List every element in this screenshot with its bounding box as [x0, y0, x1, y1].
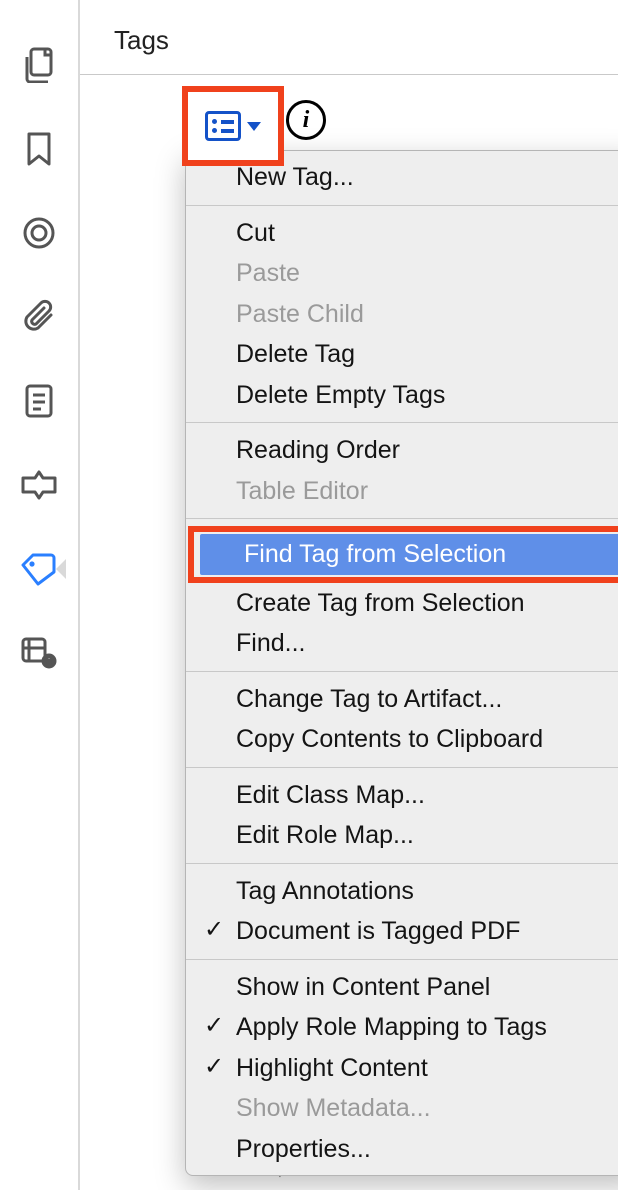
menu-item-paste-child: Paste Child [186, 294, 618, 335]
menu-item-highlight-content[interactable]: ✓Highlight Content [186, 1048, 618, 1089]
menu-item-copy-contents-to-clipboard[interactable]: Copy Contents to Clipboard [186, 719, 618, 760]
menu-item-edit-role-map[interactable]: Edit Role Map... [186, 815, 618, 856]
menu-item-table-editor: Table Editor [186, 471, 618, 512]
bookmark-icon[interactable] [19, 129, 59, 169]
menu-item-find-tag-from-selection[interactable]: Find Tag from Selection [200, 534, 618, 575]
menu-item-delete-tag[interactable]: Delete Tag [186, 334, 618, 375]
check-icon: ✓ [204, 1009, 224, 1042]
attachment-icon[interactable] [19, 297, 59, 337]
check-icon: ✓ [204, 1050, 224, 1083]
menu-item-delete-empty-tags[interactable]: Delete Empty Tags [186, 375, 618, 416]
context-menu: New Tag... Cut Paste Paste Child Delete … [185, 150, 618, 1176]
list-icon [205, 111, 241, 141]
check-icon: ✓ [204, 913, 224, 946]
tags-panel: Tags i New Tag... Cut Paste Paste Child … [80, 0, 618, 1190]
menu-item-edit-class-map[interactable]: Edit Class Map... [186, 775, 618, 816]
highlight-annotation: Find Tag from Selection [188, 526, 618, 583]
chevron-down-icon [247, 122, 261, 131]
vertical-sidebar: i [0, 0, 80, 1190]
list-view-dropdown-button[interactable] [182, 86, 284, 166]
menu-item-tag-annotations[interactable]: Tag Annotations [186, 871, 618, 912]
tag-icon[interactable] [19, 549, 59, 589]
panel-title: Tags [80, 0, 618, 74]
document-icon[interactable] [19, 381, 59, 421]
target-icon[interactable] [19, 213, 59, 253]
menu-item-paste: Paste [186, 253, 618, 294]
menu-item-create-tag-from-selection[interactable]: Create Tag from Selection [186, 583, 618, 624]
menu-item-find[interactable]: Find... [186, 623, 618, 664]
menu-item-change-tag-to-artifact[interactable]: Change Tag to Artifact... [186, 679, 618, 720]
menu-item-show-metadata: Show Metadata... [186, 1088, 618, 1129]
pages-icon[interactable] [19, 45, 59, 85]
menu-item-properties[interactable]: Properties... [186, 1129, 618, 1170]
menu-item-reading-order[interactable]: Reading Order [186, 430, 618, 471]
menu-item-apply-role-mapping[interactable]: ✓Apply Role Mapping to Tags [186, 1007, 618, 1048]
menu-item-doc-is-tagged-pdf[interactable]: ✓Document is Tagged PDF [186, 911, 618, 952]
stamp-icon[interactable] [19, 465, 59, 505]
menu-item-cut[interactable]: Cut [186, 213, 618, 254]
component-info-icon[interactable]: i [19, 633, 59, 673]
info-glyph: i [303, 107, 310, 134]
menu-item-show-in-content-panel[interactable]: Show in Content Panel [186, 967, 618, 1008]
info-icon[interactable]: i [286, 100, 326, 140]
